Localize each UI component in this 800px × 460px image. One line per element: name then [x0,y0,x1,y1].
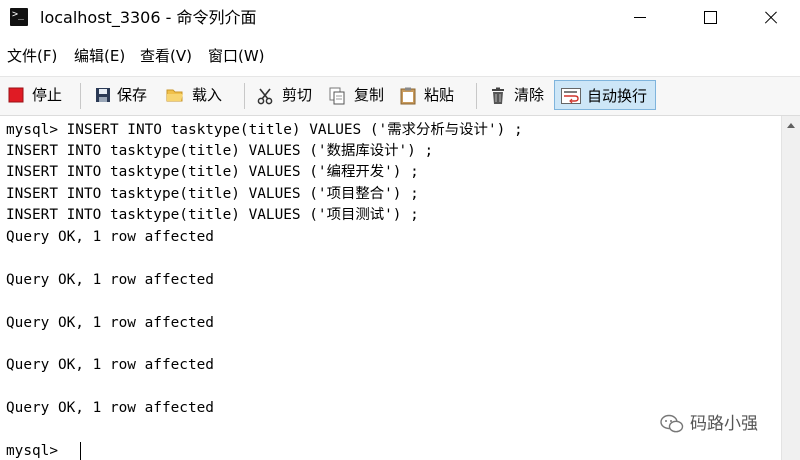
minimize-button[interactable] [616,0,662,38]
toolbar: 停止 保存 载入 剪切 复制 粘贴 清除 自动换行 [0,76,800,116]
console-line: Query OK, 1 row affected [6,357,214,373]
console-line: INSERT INTO tasktype(title) VALUES ('编程开… [6,164,419,180]
stop-icon [8,87,24,103]
save-label: 保存 [117,86,148,104]
terminal-prompt-glyph: >_ [12,9,25,20]
console-line: Query OK, 1 row affected [6,400,214,416]
stop-button[interactable]: 停止 [2,80,70,110]
cut-label: 剪切 [282,86,313,104]
stop-label: 停止 [32,86,63,104]
clear-label: 清除 [514,86,545,104]
scroll-up-arrow-icon[interactable] [782,116,800,134]
console-line: Query OK, 1 row affected [6,272,214,288]
console-line: INSERT INTO tasktype(title) VALUES ('数据库… [6,143,434,159]
menu-edit[interactable]: 编辑(E) [74,46,125,66]
wechat-logo-icon [660,414,684,434]
terminal-app-icon: >_ [10,8,28,26]
console-line: INSERT INTO tasktype(title) VALUES ('项目测… [6,207,419,223]
word-wrap-label: 自动换行 [587,87,648,105]
toolbar-separator [244,83,245,109]
menu-window[interactable]: 窗口(W) [208,46,265,66]
menu-view[interactable]: 查看(V) [140,46,192,66]
folder-icon [166,87,183,103]
scissors-icon [256,87,273,105]
maximize-button[interactable] [686,0,732,38]
title-bar[interactable]: >_ localhost_3306 - 命令列介面 [0,0,800,38]
console-output[interactable]: mysql> INSERT INTO tasktype(title) VALUE… [0,116,781,460]
copy-button[interactable]: 复制 [322,80,390,110]
clipboard-icon [400,87,416,105]
console-line: Query OK, 1 row affected [6,315,214,331]
console-line: Query OK, 1 row affected [6,229,214,245]
text-cursor [80,442,81,460]
save-icon [95,87,111,103]
console-line: mysql> INSERT INTO tasktype(title) VALUE… [6,122,523,138]
copy-label: 复制 [354,86,385,104]
toolbar-separator [476,83,477,109]
paste-button[interactable]: 粘贴 [394,80,464,110]
load-button[interactable]: 载入 [160,80,232,110]
save-button[interactable]: 保存 [89,80,159,110]
console-window: >_ localhost_3306 - 命令列介面 文件(F) 编辑(E) 查看… [0,0,800,460]
console-line: INSERT INTO tasktype(title) VALUES ('项目整… [6,186,419,202]
menu-file[interactable]: 文件(F) [7,46,57,66]
clear-button[interactable]: 清除 [484,80,552,110]
word-wrap-icon [561,88,581,104]
console-prompt: mysql> [6,443,67,459]
copy-icon [328,87,345,105]
toolbar-separator [80,83,81,109]
window-title: localhost_3306 - 命令列介面 [40,8,257,27]
vertical-scrollbar[interactable] [781,116,800,460]
close-button[interactable] [746,0,792,38]
paste-label: 粘贴 [424,86,455,104]
watermark-text: 码路小强 [690,414,758,434]
trash-icon [490,87,506,104]
menu-bar: 文件(F) 编辑(E) 查看(V) 窗口(W) [0,40,800,72]
cut-button[interactable]: 剪切 [250,80,320,110]
word-wrap-toggle[interactable]: 自动换行 [554,80,656,110]
load-label: 载入 [192,86,223,104]
